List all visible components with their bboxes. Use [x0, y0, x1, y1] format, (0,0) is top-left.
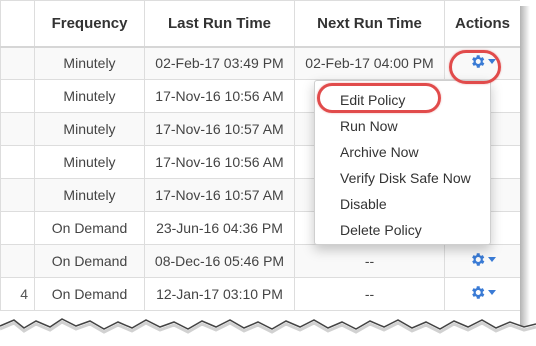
menu-item-archive-now[interactable]: Archive Now	[315, 139, 490, 165]
cell-first	[0, 145, 35, 179]
cell-last-run-time: 08-Dec-16 05:46 PM	[144, 244, 295, 278]
cell-frequency: Minutely	[34, 112, 145, 146]
menu-item-delete-policy[interactable]: Delete Policy	[315, 217, 490, 243]
cell-last-run-time: 02-Feb-17 03:49 PM	[144, 46, 295, 80]
cell-frequency: On Demand	[34, 211, 145, 245]
cell-next-run-time: --	[294, 244, 445, 278]
column-header-first[interactable]	[0, 0, 35, 48]
actions-dropdown-button[interactable]	[469, 251, 496, 268]
cell-last-run-time: 17-Nov-16 10:56 AM	[144, 145, 295, 179]
menu-item-run-now[interactable]: Run Now	[315, 113, 490, 139]
gear-icon	[472, 55, 485, 68]
actions-dropdown-menu: Edit Policy Run Now Archive Now Verify D…	[314, 80, 491, 245]
table-row: On Demand 08-Dec-16 05:46 PM --	[0, 244, 520, 278]
cell-first	[0, 46, 35, 80]
cell-first	[0, 211, 35, 245]
column-header-next-run-time[interactable]: Next Run Time	[294, 0, 445, 48]
actions-dropdown-button[interactable]	[469, 53, 496, 70]
cell-last-run-time: 17-Nov-16 10:57 AM	[144, 112, 295, 146]
torn-paper-edge	[0, 318, 536, 346]
cell-frequency: Minutely	[34, 178, 145, 212]
cell-actions	[444, 244, 520, 278]
gear-icon	[472, 286, 485, 299]
menu-item-disable[interactable]: Disable	[315, 191, 490, 217]
cell-next-run-time: 02-Feb-17 04:00 PM	[294, 46, 445, 80]
cell-actions	[444, 46, 520, 80]
cell-frequency: On Demand	[34, 244, 145, 278]
cell-first	[0, 178, 35, 212]
table-row: Minutely 02-Feb-17 03:49 PM 02-Feb-17 04…	[0, 46, 520, 80]
caret-down-icon	[488, 257, 496, 262]
gear-icon	[472, 253, 485, 266]
table-header-row: Frequency Last Run Time Next Run Time Ac…	[0, 0, 520, 48]
cell-first	[0, 112, 35, 146]
cell-frequency: Minutely	[34, 145, 145, 179]
cell-next-run-time: --	[294, 277, 445, 311]
cell-last-run-time: 17-Nov-16 10:57 AM	[144, 178, 295, 212]
screenshot-drop-shadow	[520, 6, 530, 330]
menu-item-edit-policy[interactable]: Edit Policy	[315, 87, 490, 113]
column-header-actions: Actions	[444, 0, 520, 48]
table-row: 4 On Demand 12-Jan-17 03:10 PM --	[0, 277, 520, 311]
cell-last-run-time: 12-Jan-17 03:10 PM	[144, 277, 295, 311]
actions-dropdown-button[interactable]	[469, 284, 496, 301]
column-header-last-run-time[interactable]: Last Run Time	[144, 0, 295, 48]
cell-frequency: On Demand	[34, 277, 145, 311]
column-header-frequency[interactable]: Frequency	[34, 0, 145, 48]
cell-actions	[444, 277, 520, 311]
caret-down-icon	[488, 290, 496, 295]
cell-last-run-time: 17-Nov-16 10:56 AM	[144, 79, 295, 113]
menu-item-verify-disk-safe-now[interactable]: Verify Disk Safe Now	[315, 165, 490, 191]
cell-first	[0, 79, 35, 113]
cell-frequency: Minutely	[34, 79, 145, 113]
cell-frequency: Minutely	[34, 46, 145, 80]
cell-first	[0, 244, 35, 278]
caret-down-icon	[488, 59, 496, 65]
screenshot-frame: Frequency Last Run Time Next Run Time Ac…	[0, 0, 520, 328]
cell-first: 4	[0, 277, 35, 311]
cell-last-run-time: 23-Jun-16 04:36 PM	[144, 211, 295, 245]
